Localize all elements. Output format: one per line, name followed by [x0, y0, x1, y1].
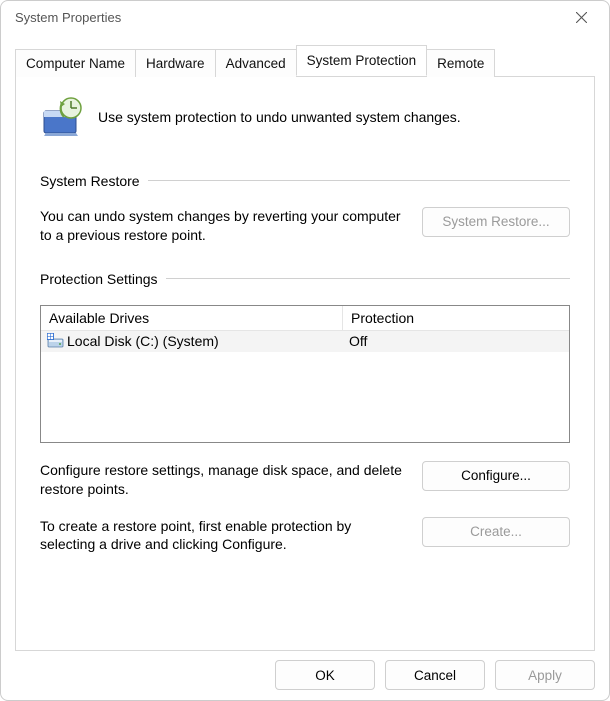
tab-computer-name[interactable]: Computer Name — [15, 49, 136, 77]
intro-row: Use system protection to undo unwanted s… — [40, 95, 570, 139]
create-button[interactable]: Create... — [422, 517, 570, 547]
create-desc: To create a restore point, first enable … — [40, 517, 404, 555]
system-properties-window: System Properties Computer Name Hardware… — [0, 0, 610, 701]
tab-strip: Computer Name Hardware Advanced System P… — [15, 45, 595, 76]
configure-desc: Configure restore settings, manage disk … — [40, 461, 404, 499]
ok-button[interactable]: OK — [275, 660, 375, 690]
configure-button[interactable]: Configure... — [422, 461, 570, 491]
group-header-protection-settings: Protection Settings — [40, 271, 570, 287]
divider — [166, 278, 570, 279]
drives-table[interactable]: Available Drives Protection — [40, 305, 570, 443]
intro-text: Use system protection to undo unwanted s… — [98, 109, 461, 125]
dialog-footer: OK Cancel Apply — [1, 651, 609, 700]
group-system-restore: System Restore You can undo system chang… — [40, 173, 570, 245]
tab-remote[interactable]: Remote — [426, 49, 495, 77]
system-restore-desc: You can undo system changes by reverting… — [40, 207, 404, 245]
group-protection-settings: Protection Settings Available Drives Pro… — [40, 271, 570, 555]
window-title: System Properties — [15, 10, 561, 25]
close-icon — [576, 12, 587, 23]
group-title-protection-settings: Protection Settings — [40, 271, 158, 287]
cancel-button[interactable]: Cancel — [385, 660, 485, 690]
tab-area: Computer Name Hardware Advanced System P… — [1, 35, 609, 651]
system-protection-shield-icon — [40, 95, 84, 139]
drive-protection-status: Off — [349, 333, 367, 349]
titlebar: System Properties — [1, 1, 609, 35]
drive-icon — [47, 333, 65, 349]
tab-panel-system-protection: Use system protection to undo unwanted s… — [15, 76, 595, 651]
divider — [148, 180, 570, 181]
column-header-drives[interactable]: Available Drives — [41, 306, 343, 330]
tab-hardware[interactable]: Hardware — [135, 49, 216, 77]
drives-table-header: Available Drives Protection — [41, 306, 569, 331]
system-restore-button[interactable]: System Restore... — [422, 207, 570, 237]
apply-button[interactable]: Apply — [495, 660, 595, 690]
tab-advanced[interactable]: Advanced — [215, 49, 297, 77]
group-title-system-restore: System Restore — [40, 173, 140, 189]
group-header-system-restore: System Restore — [40, 173, 570, 189]
tab-system-protection[interactable]: System Protection — [296, 45, 428, 76]
column-header-protection[interactable]: Protection — [343, 306, 569, 330]
close-button[interactable] — [561, 3, 601, 33]
drive-name: Local Disk (C:) (System) — [67, 333, 219, 349]
table-row[interactable]: Local Disk (C:) (System) Off — [41, 331, 569, 352]
